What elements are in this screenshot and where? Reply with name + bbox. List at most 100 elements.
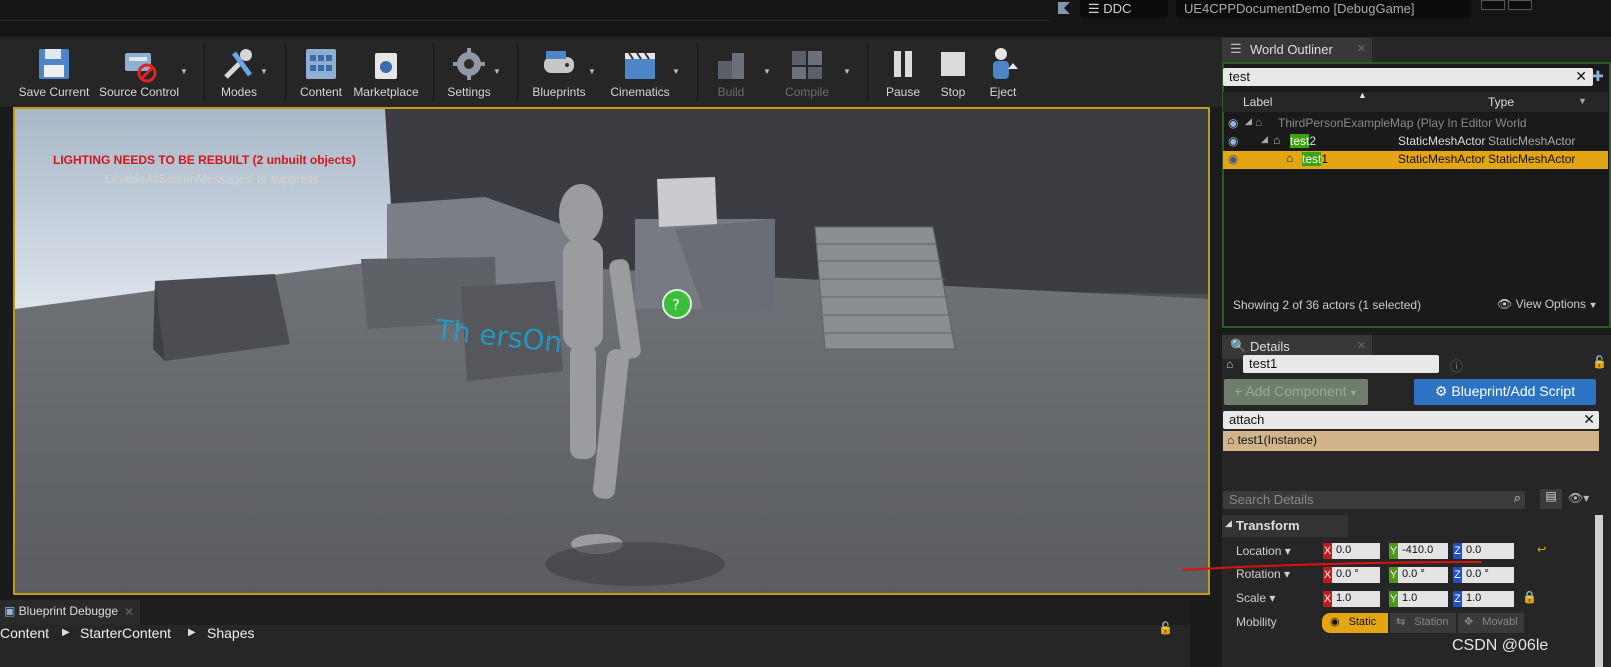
view-options-button[interactable]: 👁 View Options ▼: [1497, 297, 1597, 311]
cinematics-button[interactable]: Cinematics: [604, 41, 676, 103]
outliner-row-test2[interactable]: ◉ ◢ ⌂ test2 StaticMeshActor StaticMeshAc…: [1223, 133, 1608, 151]
column-label-header[interactable]: Label: [1243, 95, 1272, 109]
cinematics-dropdown-icon[interactable]: ▼: [672, 67, 680, 76]
project-title: UE4CPPDocumentDemo [DebugGame]: [1176, 0, 1471, 18]
settings-button[interactable]: Settings: [442, 41, 496, 103]
clear-search-icon[interactable]: ✕: [1583, 411, 1595, 428]
search-icon[interactable]: ⌕: [1514, 490, 1521, 506]
rotation-y-field[interactable]: 0.0 °: [1398, 567, 1448, 583]
visibility-eye-icon[interactable]: ◉: [1228, 152, 1238, 166]
expand-arrow-icon[interactable]: ◢: [1261, 134, 1268, 145]
location-z-field[interactable]: 0.0: [1462, 543, 1514, 559]
axis-x-marker: X: [1323, 591, 1332, 607]
property-matrix-icon[interactable]: ▤: [1540, 489, 1562, 509]
add-actor-icon[interactable]: ✚: [1592, 68, 1604, 85]
outliner-row-world[interactable]: ◉ ◢ ⌂ ThirdPersonExampleMap (Play In Edi…: [1223, 115, 1608, 133]
minimize-button[interactable]: [1481, 0, 1505, 10]
rotation-z-field[interactable]: 0.0 °: [1462, 567, 1514, 583]
close-icon[interactable]: ✕: [1357, 339, 1366, 352]
transform-section-header[interactable]: ◢ Transform: [1222, 515, 1348, 537]
settings-dropdown-icon[interactable]: ▼: [493, 67, 501, 76]
compile-button[interactable]: Compile: [778, 41, 836, 103]
actor-name-input[interactable]: test1: [1243, 355, 1439, 373]
tab-world-outliner[interactable]: ☰ World Outliner ✕: [1222, 38, 1372, 62]
stationary-icon: ⇆: [1396, 616, 1409, 628]
axis-z-marker: Z: [1453, 543, 1462, 559]
gamepad-icon: [540, 45, 578, 83]
toolbar-separator: [867, 43, 868, 101]
marketplace-button[interactable]: Marketplace: [350, 41, 422, 103]
source-control-button[interactable]: Source Control: [96, 41, 182, 103]
tab-blueprint-debugger[interactable]: ▣ Blueprint Debugge ✕: [0, 600, 140, 625]
mobility-stationary-option[interactable]: ⇆ Station: [1390, 613, 1456, 633]
notification-flag-icon[interactable]: [1054, 0, 1074, 14]
stop-button[interactable]: Stop: [930, 41, 976, 103]
details-scrollbar[interactable]: [1595, 515, 1603, 667]
collapse-arrow-icon: ◢: [1225, 518, 1232, 528]
breadcrumb-item[interactable]: Shapes: [207, 625, 254, 641]
magnifier-icon: 🔍: [1230, 338, 1247, 353]
toolbar-separator: [517, 43, 518, 101]
component-instance-row[interactable]: ⌂ test1(Instance): [1223, 431, 1599, 451]
column-type-header[interactable]: Type: [1488, 95, 1514, 109]
mobility-static-option[interactable]: ◉ Static: [1322, 613, 1388, 633]
outliner-status: Showing 2 of 36 actors (1 selected): [1233, 298, 1422, 312]
lock-icon[interactable]: 🔓: [1592, 355, 1607, 369]
compile-dropdown-icon[interactable]: ▼: [843, 67, 851, 76]
scale-y-field[interactable]: 1.0: [1398, 591, 1448, 607]
chevron-right-icon[interactable]: ▶: [62, 627, 70, 638]
world-icon: ⌂: [1255, 115, 1263, 129]
content-button[interactable]: Content: [294, 41, 348, 103]
details-panel: 🔍 Details ✕ ⌂ test1 ⓘ 🔓 + Add Component …: [1182, 335, 1611, 667]
axis-z-marker: Z: [1453, 567, 1462, 583]
level-viewport[interactable]: Th ersOn ? LIGHTING NEEDS TO BE REBUILT …: [13, 107, 1210, 595]
scale-z-field[interactable]: 1.0: [1462, 591, 1514, 607]
axis-x-marker: X: [1323, 567, 1332, 583]
location-x-field[interactable]: 0.0: [1332, 543, 1380, 559]
modes-button[interactable]: Modes: [212, 41, 266, 103]
chevron-right-icon[interactable]: ▶: [188, 627, 196, 638]
modes-dropdown-icon[interactable]: ▼: [260, 67, 268, 76]
breadcrumb-item[interactable]: Content: [0, 625, 49, 641]
outliner-search-input[interactable]: test ✕: [1223, 68, 1593, 86]
visibility-eye-icon[interactable]: ◉: [1228, 134, 1238, 148]
breadcrumb-item[interactable]: StarterContent: [80, 625, 171, 641]
location-label[interactable]: Location ▾: [1236, 544, 1291, 558]
search-details-input[interactable]: Search Details ⌕: [1223, 490, 1525, 509]
source-control-dropdown-icon[interactable]: ▼: [180, 67, 188, 76]
toolbar-separator: [433, 43, 434, 101]
mobility-movable-option[interactable]: ✥ Movabl: [1458, 613, 1524, 633]
blueprints-dropdown-icon[interactable]: ▼: [588, 67, 596, 76]
eye-icon: 👁: [1497, 297, 1516, 311]
rotation-label[interactable]: Rotation ▾: [1236, 567, 1290, 581]
build-button[interactable]: Build: [704, 41, 758, 103]
blueprints-button[interactable]: Blueprints: [526, 41, 592, 103]
rotation-x-field[interactable]: 0.0 °: [1332, 567, 1380, 583]
close-icon[interactable]: ✕: [1357, 42, 1366, 55]
component-search-input[interactable]: attach ✕: [1223, 411, 1599, 429]
pause-button[interactable]: Pause: [880, 41, 926, 103]
outliner-row-test1-selected[interactable]: ◉ ⌂ test1 StaticMeshActor StaticMeshActo…: [1223, 151, 1608, 169]
stop-icon: [934, 45, 972, 83]
save-current-button[interactable]: Save Current: [14, 41, 94, 103]
location-y-field[interactable]: -410.0: [1398, 543, 1448, 559]
maximize-button[interactable]: [1508, 0, 1532, 10]
help-icon[interactable]: ⓘ: [1450, 356, 1463, 375]
add-component-button[interactable]: + Add Component ▼: [1224, 379, 1368, 405]
scale-label[interactable]: Scale ▾: [1236, 591, 1275, 605]
ddc-indicator[interactable]: ☰ DDC: [1080, 0, 1168, 18]
reset-to-default-icon[interactable]: ↩: [1537, 543, 1546, 556]
eject-button[interactable]: Eject: [980, 41, 1026, 103]
blueprint-add-script-button[interactable]: ⚙ Blueprint/Add Script: [1414, 379, 1596, 405]
scale-x-field[interactable]: 1.0: [1332, 591, 1380, 607]
visibility-options-icon[interactable]: 👁▾: [1568, 491, 1589, 505]
expand-arrow-icon[interactable]: ◢: [1245, 116, 1252, 127]
lock-icon[interactable]: 🔓: [1158, 621, 1173, 635]
lock-scale-icon[interactable]: 🔒: [1522, 590, 1537, 604]
main-toolbar: Save Current Source Control ▼ Modes ▼ Co…: [0, 39, 1222, 107]
column-options-icon[interactable]: ▼: [1578, 96, 1587, 106]
visibility-eye-icon[interactable]: ◉: [1228, 116, 1238, 130]
build-dropdown-icon[interactable]: ▼: [763, 67, 771, 76]
clear-search-icon[interactable]: ✕: [1575, 68, 1587, 85]
close-icon[interactable]: ✕: [124, 605, 134, 619]
